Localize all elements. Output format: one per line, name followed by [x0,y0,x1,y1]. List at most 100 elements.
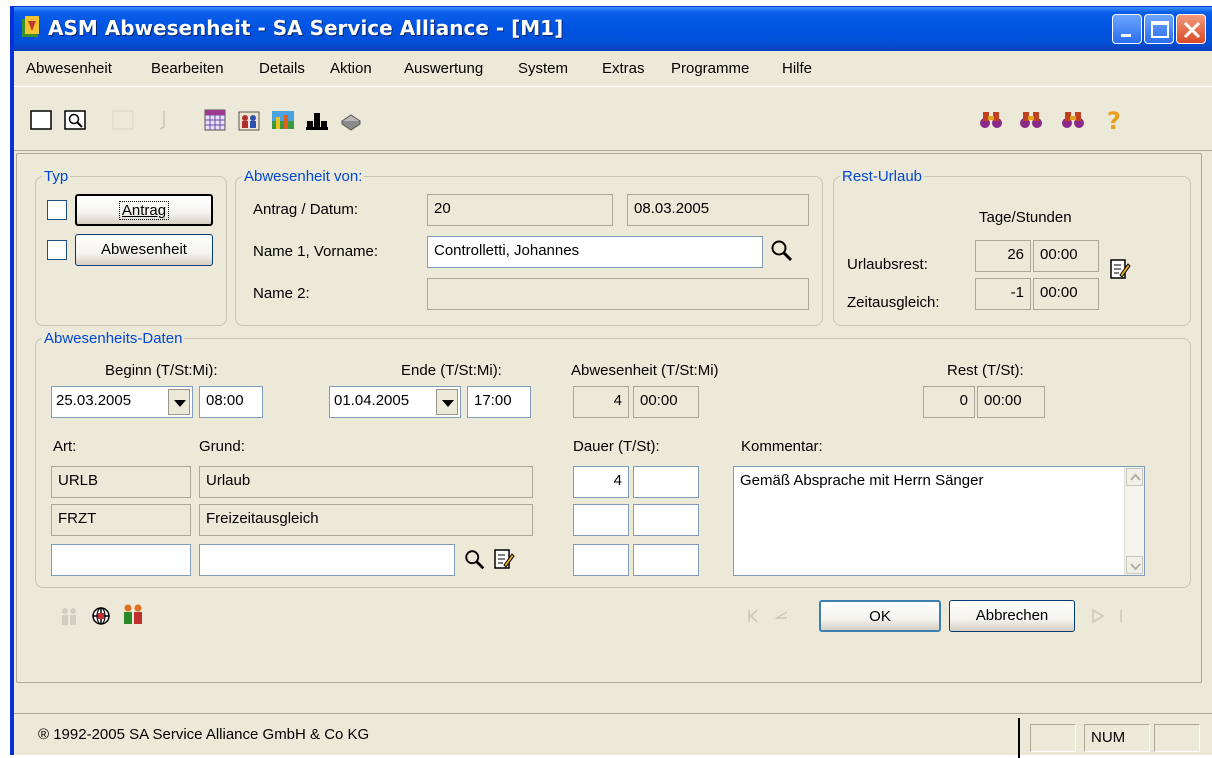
copyright-text: ® 1992-2005 SA Service Alliance GmbH & C… [38,726,370,743]
beginn-date-value: 25.03.2005 [56,392,132,409]
urlaubsrest-label: Urlaubsrest: [847,256,928,273]
window-title: ASM Abwesenheit - SA Service Alliance - … [48,16,564,40]
row3-dauer-tage-input[interactable] [573,544,629,576]
beginn-label: Beginn (T/St:Mi): [105,362,218,379]
status-divider [1018,718,1020,758]
cut-icon [159,111,165,130]
row1-dauer-tage-input[interactable]: 4 [573,466,629,498]
ende-date-combo[interactable]: 01.04.2005 [329,386,461,418]
zeitausgleich-label: Zeitausgleich: [847,294,940,311]
row1-grund-field: Urlaub [199,466,533,498]
chevron-down-icon[interactable] [168,389,190,415]
ok-button[interactable]: OK [819,600,941,632]
antrag-number-field: 20 [427,194,613,226]
menu-bearbeiten[interactable]: Bearbeiten [151,60,224,77]
minimize-icon [1121,34,1131,37]
abwesenheit-von-legend: Abwesenheit von: [244,168,363,185]
binoculars-next-icon[interactable] [1018,107,1044,133]
abwesenheit-checkbox[interactable] [47,240,67,260]
menu-details[interactable]: Details [259,60,305,77]
blank-icon [112,110,134,130]
printer-icon[interactable] [338,107,364,133]
scroll-down-button[interactable] [1126,556,1143,574]
name2-label: Name 2: [253,285,310,302]
antrag-datum-label: Antrag / Datum: [253,201,359,218]
abbrechen-button[interactable]: Abbrechen [949,600,1075,632]
edit-note-icon[interactable] [1109,258,1131,280]
num-lock-indicator: NUM [1084,724,1150,752]
antrag-checkbox[interactable] [47,200,67,220]
new-document-icon[interactable] [28,107,54,133]
rest-label: Rest (T/St): [947,362,1024,379]
menu-extras[interactable]: Extras [602,60,645,77]
search-icon[interactable] [463,548,487,572]
previous-disabled-icon [748,609,758,623]
binoculars-last-icon[interactable] [1060,107,1086,133]
maximize-button[interactable] [1144,14,1174,44]
beginn-date-combo[interactable]: 25.03.2005 [51,386,193,418]
urlaubsrest-stunden-field: 00:00 [1033,240,1099,272]
app-icon [22,16,39,37]
people-icon[interactable] [236,107,262,133]
menu-system[interactable]: System [518,60,568,77]
name1-input[interactable]: Controlletti, Johannes [427,236,763,268]
row2-dauer-tage-input[interactable] [573,504,629,536]
title-bar[interactable]: ASM Abwesenheit - SA Service Alliance - … [14,7,1212,51]
name1-label: Name 1, Vorname: [253,243,379,260]
svg-text:?: ? [1107,107,1121,133]
antrag-date-field: 08.03.2005 [627,194,809,226]
row1-dauer-stunden-input[interactable] [633,466,699,498]
row3-art-input[interactable] [51,544,191,576]
ende-label: Ende (T/St:Mi): [401,362,502,379]
minimize-button[interactable] [1112,14,1142,44]
row2-dauer-stunden-input[interactable] [633,504,699,536]
rest-tage-field: 0 [923,386,975,418]
first-disabled-icon [774,611,788,619]
status-bar: ® 1992-2005 SA Service Alliance GmbH & C… [14,713,1212,758]
close-button[interactable] [1176,14,1206,44]
chevron-down-icon[interactable] [436,389,458,415]
main-panel: Typ Antrag Abwesenheit Abwesenheit von: … [16,153,1202,683]
organization-icon[interactable] [304,107,330,133]
kommentar-scrollbar[interactable] [1124,467,1144,575]
beginn-time-input[interactable]: 08:00 [199,386,263,418]
kommentar-textarea[interactable]: Gemäß Absprache mit Herrn Sänger [733,466,1145,576]
maximize-icon [1151,21,1169,38]
people-disabled-icon [62,608,76,625]
edit-note-icon[interactable] [493,548,515,570]
search-icon[interactable] [769,238,795,264]
grund-label: Grund: [199,438,245,455]
globe-icon[interactable] [89,604,113,628]
menu-aktion[interactable]: Aktion [330,60,372,77]
row2-grund-field: Freizeitausgleich [199,504,533,536]
row3-dauer-stunden-input[interactable] [633,544,699,576]
typ-legend: Typ [44,168,69,185]
abwesenheit-label: Abwesenheit (T/St:Mi) [571,362,719,379]
dauer-label: Dauer (T/St): [573,438,660,455]
menu-abwesenheit[interactable]: Abwesenheit [26,60,112,77]
zeitausgleich-tage-field: -1 [975,278,1031,310]
application-window: ASM Abwesenheit - SA Service Alliance - … [10,6,1212,758]
antrag-button[interactable]: Antrag [75,194,213,226]
team-icon[interactable] [121,602,145,628]
menu-auswertung[interactable]: Auswertung [404,60,483,77]
next-disabled-icon [1092,608,1105,624]
status-cell-scroll [1154,724,1200,752]
chevron-up-icon [1130,473,1141,481]
antrag-button-label: Antrag [118,201,170,220]
chevron-down-icon [1130,563,1141,571]
scroll-up-button[interactable] [1126,468,1143,486]
name2-field [427,278,809,310]
row3-grund-input[interactable] [199,544,455,576]
abwesenheit-button[interactable]: Abwesenheit [75,234,213,266]
kommentar-label: Kommentar: [741,438,823,455]
chart-image-icon[interactable] [270,107,296,133]
calendar-grid-icon[interactable] [202,107,228,133]
menu-hilfe[interactable]: Hilfe [782,60,812,77]
ende-time-input[interactable]: 17:00 [467,386,531,418]
menu-programme[interactable]: Programme [671,60,749,77]
menu-bar: Abwesenheit Bearbeiten Details Aktion Au… [14,51,1212,87]
binoculars-first-icon[interactable] [978,107,1004,133]
search-document-icon[interactable] [62,107,88,133]
help-question-icon[interactable]: ? [1100,107,1126,133]
